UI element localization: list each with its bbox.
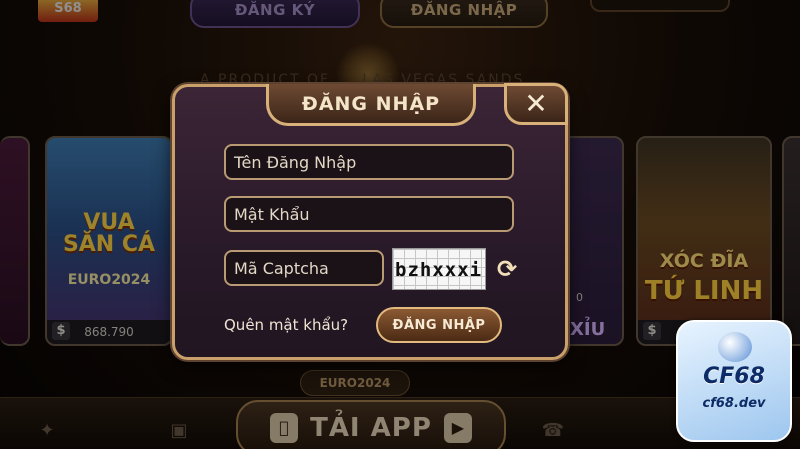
password-input[interactable]: Mật Khẩu (224, 196, 514, 232)
watermark-brand: CF68 (703, 364, 765, 389)
captcha-input[interactable]: Mã Captcha (224, 250, 384, 286)
close-button[interactable]: ✕ (504, 83, 568, 125)
dialog-title: ĐĂNG NHẬP (301, 92, 441, 115)
captcha-placeholder: Mã Captcha (234, 258, 329, 278)
captcha-image: bzhxxxi (392, 248, 486, 290)
refresh-captcha-icon[interactable]: ⟳ (494, 256, 520, 282)
dialog-header-tab: ĐĂNG NHẬP (266, 84, 476, 126)
forgot-password-link[interactable]: Quên mật khẩu? (224, 316, 348, 334)
watermark-domain: cf68.dev (702, 396, 766, 411)
cf68-watermark-logo: CF68 cf68.dev (676, 320, 792, 442)
captcha-code: bzhxxxi (395, 259, 483, 281)
soccer-ball-icon (718, 332, 752, 362)
close-icon: ✕ (524, 87, 548, 120)
password-placeholder: Mật Khẩu (234, 204, 310, 224)
username-placeholder: Tên Đăng Nhập (234, 152, 357, 172)
username-input[interactable]: Tên Đăng Nhập (224, 144, 514, 180)
login-submit-button[interactable]: ĐĂNG NHẬP (376, 307, 502, 343)
